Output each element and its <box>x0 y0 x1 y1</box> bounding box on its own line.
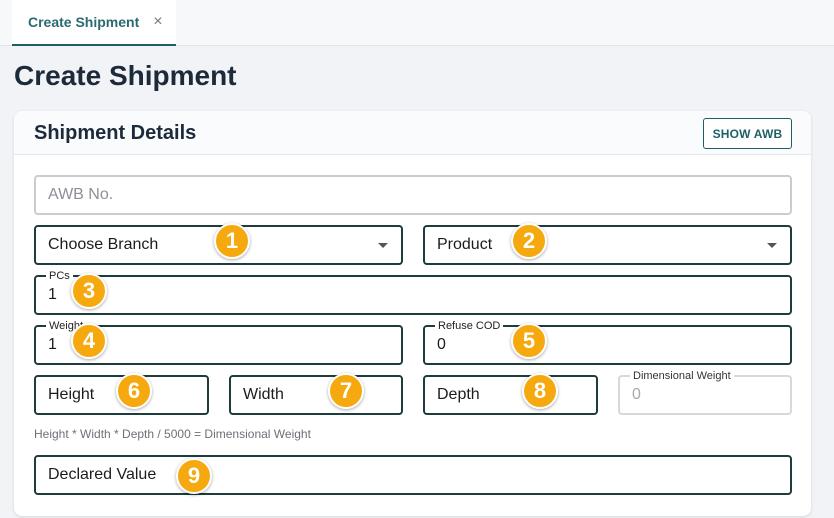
depth-input[interactable]: Depth <box>423 375 598 415</box>
height-placeholder: Height <box>48 386 95 403</box>
tab-bar: Create Shipment × <box>0 0 834 46</box>
dimensional-weight-input: Dimensional Weight 0 <box>618 369 792 415</box>
close-icon[interactable]: × <box>153 14 162 30</box>
annotation-badge-8: 8 <box>522 373 558 409</box>
depth-placeholder: Depth <box>437 386 480 403</box>
refuse-cod-value: 0 <box>437 336 446 353</box>
weight-value: 1 <box>48 336 57 353</box>
refuse-cod-input[interactable]: Refuse COD 0 <box>423 319 792 365</box>
show-awb-button[interactable]: SHOW AWB <box>703 118 792 149</box>
card-header: Shipment Details SHOW AWB <box>14 111 811 155</box>
awb-input[interactable]: AWB No. <box>34 175 792 215</box>
dimensional-weight-value: 0 <box>632 386 641 403</box>
page-title: Create Shipment <box>14 60 237 91</box>
awb-placeholder: AWB No. <box>48 186 114 203</box>
annotation-badge-6: 6 <box>116 373 152 409</box>
product-value: Product <box>437 236 493 253</box>
pcs-label: PCs <box>46 269 73 283</box>
pcs-input[interactable]: PCs 1 <box>34 269 792 315</box>
annotation-badge-4: 4 <box>71 323 107 359</box>
tab-create-shipment[interactable]: Create Shipment × <box>12 0 176 46</box>
card-title: Shipment Details <box>34 122 197 144</box>
caret-down-icon <box>767 243 777 248</box>
annotation-badge-1: 1 <box>214 223 250 259</box>
width-input[interactable]: Width <box>229 375 403 415</box>
dimensional-weight-hint: Height * Width * Depth / 5000 = Dimensio… <box>34 427 311 441</box>
annotation-badge-3: 3 <box>71 273 107 309</box>
pcs-value: 1 <box>48 286 57 303</box>
declared-value-input[interactable]: Declared Value <box>34 455 792 495</box>
annotation-badge-9: 9 <box>176 458 212 494</box>
annotation-badge-5: 5 <box>511 323 547 359</box>
refuse-cod-label: Refuse COD <box>435 319 504 333</box>
caret-down-icon <box>378 243 388 248</box>
annotation-badge-2: 2 <box>511 223 547 259</box>
branch-value: Choose Branch <box>48 236 159 253</box>
tab-label: Create Shipment <box>28 14 140 30</box>
annotation-badge-7: 7 <box>328 373 364 409</box>
product-select[interactable]: Product <box>423 225 792 265</box>
declared-value-placeholder: Declared Value <box>48 466 157 483</box>
width-placeholder: Width <box>243 386 284 403</box>
dimensional-weight-label: Dimensional Weight <box>630 369 734 383</box>
